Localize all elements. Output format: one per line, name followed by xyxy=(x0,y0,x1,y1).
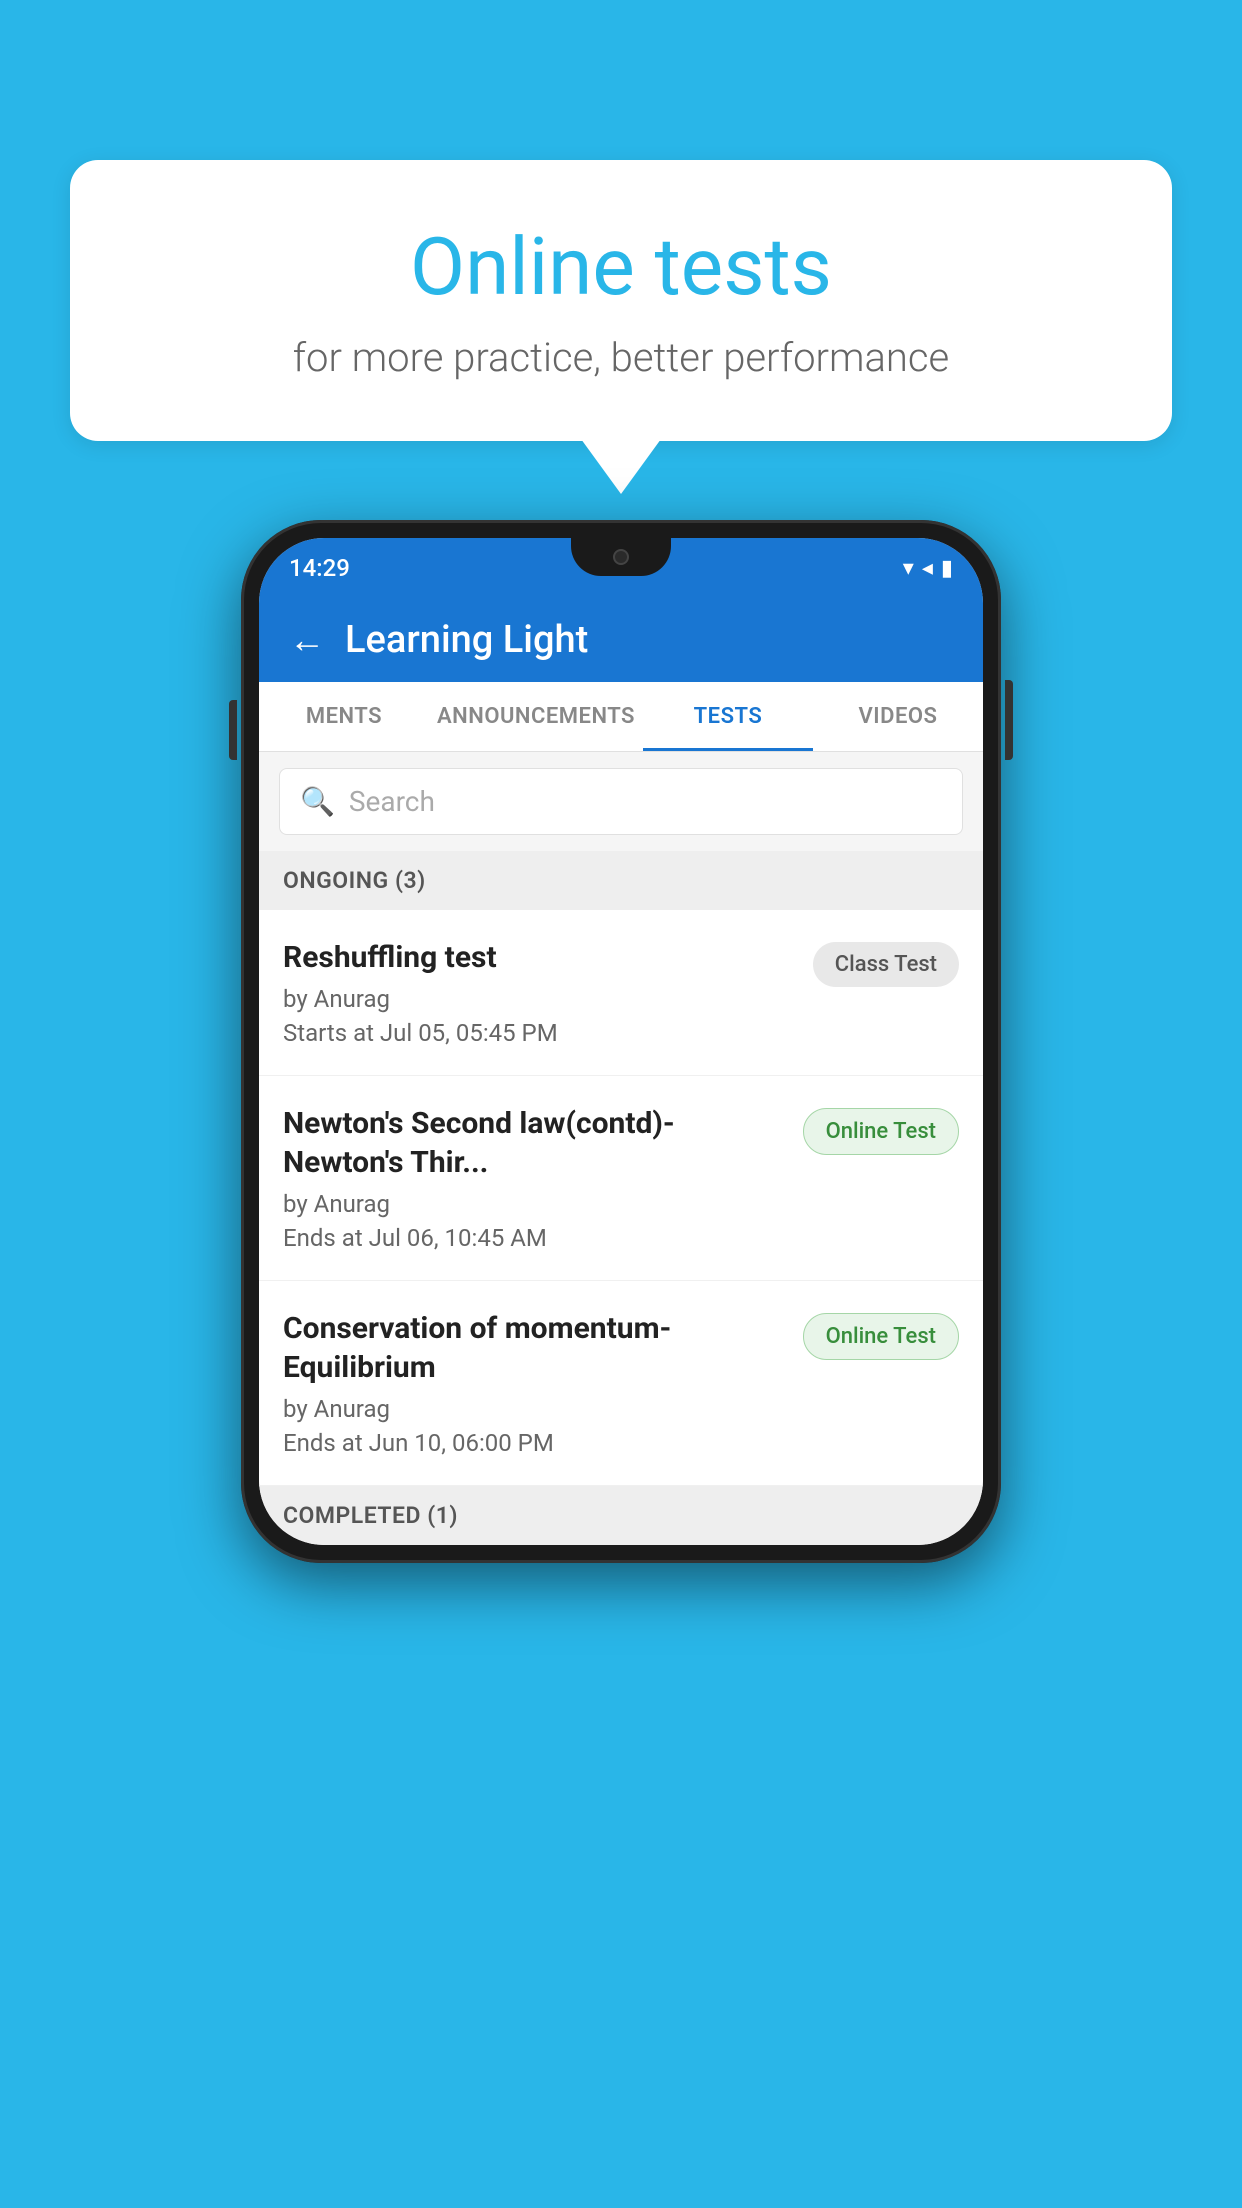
status-bar: 14:29 ▾ ◂ ▮ xyxy=(259,538,983,598)
test-name-1: Reshuffling test xyxy=(283,938,797,977)
test-item-conservation[interactable]: Conservation of momentum-Equilibrium by … xyxy=(259,1281,983,1486)
test-time-3: Ends at Jun 10, 06:00 PM xyxy=(283,1429,787,1457)
status-time: 14:29 xyxy=(289,554,350,582)
signal-icon: ◂ xyxy=(922,556,933,581)
camera xyxy=(613,549,629,565)
bubble-title: Online tests xyxy=(150,220,1092,314)
search-icon: 🔍 xyxy=(300,785,335,818)
search-input[interactable]: Search xyxy=(349,785,435,818)
test-item-reshuffling[interactable]: Reshuffling test by Anurag Starts at Jul… xyxy=(259,910,983,1076)
test-name-3: Conservation of momentum-Equilibrium xyxy=(283,1309,787,1387)
tab-tests[interactable]: TESTS xyxy=(643,682,813,751)
test-badge-3: Online Test xyxy=(803,1313,959,1360)
test-item-newton[interactable]: Newton's Second law(contd)-Newton's Thir… xyxy=(259,1076,983,1281)
test-by-1: by Anurag xyxy=(283,985,797,1013)
tab-announcements[interactable]: ANNOUNCEMENTS xyxy=(429,682,643,751)
search-bar[interactable]: 🔍 Search xyxy=(279,768,963,835)
phone-screen: 14:29 ▾ ◂ ▮ ← Learning Light MENTS xyxy=(259,538,983,1545)
battery-icon: ▮ xyxy=(941,556,953,581)
power-button xyxy=(1005,680,1013,760)
test-badge-1: Class Test xyxy=(813,942,959,987)
phone-outer: 14:29 ▾ ◂ ▮ ← Learning Light MENTS xyxy=(241,520,1001,1563)
test-list: Reshuffling test by Anurag Starts at Jul… xyxy=(259,910,983,1486)
test-info-3: Conservation of momentum-Equilibrium by … xyxy=(283,1309,787,1457)
phone-mockup: 14:29 ▾ ◂ ▮ ← Learning Light MENTS xyxy=(241,520,1001,1563)
app-header: ← Learning Light xyxy=(259,598,983,682)
test-by-2: by Anurag xyxy=(283,1190,787,1218)
test-time-2: Ends at Jul 06, 10:45 AM xyxy=(283,1224,787,1252)
test-time-1: Starts at Jul 05, 05:45 PM xyxy=(283,1019,797,1047)
test-info-2: Newton's Second law(contd)-Newton's Thir… xyxy=(283,1104,787,1252)
bubble-tail xyxy=(581,439,661,494)
notch xyxy=(571,538,671,576)
volume-button xyxy=(229,700,237,760)
tab-videos[interactable]: VIDEOS xyxy=(813,682,983,751)
ongoing-section-header: ONGOING (3) xyxy=(259,851,983,910)
test-by-3: by Anurag xyxy=(283,1395,787,1423)
status-icons: ▾ ◂ ▮ xyxy=(903,556,953,581)
completed-section-header: COMPLETED (1) xyxy=(259,1486,983,1545)
test-badge-2: Online Test xyxy=(803,1108,959,1155)
wifi-icon: ▾ xyxy=(903,556,914,581)
bubble-subtitle: for more practice, better performance xyxy=(150,334,1092,381)
test-info-1: Reshuffling test by Anurag Starts at Jul… xyxy=(283,938,797,1047)
back-button[interactable]: ← xyxy=(289,619,325,661)
test-name-2: Newton's Second law(contd)-Newton's Thir… xyxy=(283,1104,787,1182)
tabs-bar: MENTS ANNOUNCEMENTS TESTS VIDEOS xyxy=(259,682,983,752)
app-title: Learning Light xyxy=(345,618,588,662)
speech-bubble: Online tests for more practice, better p… xyxy=(70,160,1172,441)
speech-bubble-container: Online tests for more practice, better p… xyxy=(70,160,1172,494)
tab-ments[interactable]: MENTS xyxy=(259,682,429,751)
search-wrapper: 🔍 Search xyxy=(259,752,983,851)
